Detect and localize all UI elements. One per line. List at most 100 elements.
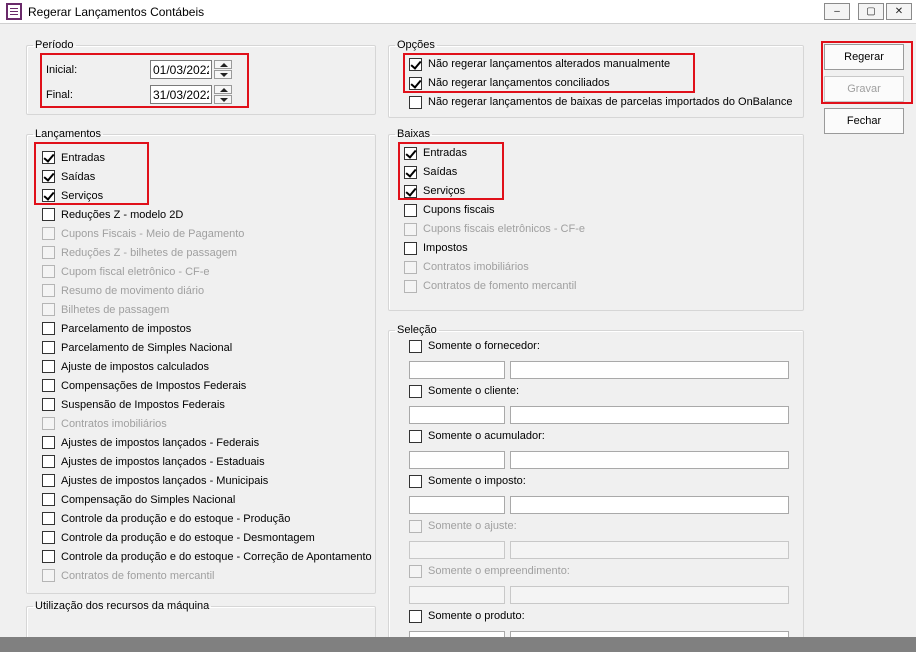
lancamentos-checkbox-ajuste-de-impostos-calculados[interactable]: Ajuste de impostos calculados bbox=[42, 358, 209, 376]
checkbox-box bbox=[42, 265, 55, 278]
selecao-description-input[interactable] bbox=[510, 631, 789, 637]
opcoes-legend: Opções bbox=[397, 39, 435, 51]
checkbox-box[interactable] bbox=[409, 76, 422, 90]
selecao-description-input[interactable] bbox=[510, 451, 789, 469]
checkbox-label: Contratos imobiliários bbox=[61, 417, 167, 430]
regerar-button[interactable]: Regerar bbox=[824, 44, 904, 70]
checkbox-box[interactable] bbox=[409, 95, 422, 109]
selecao-description-input[interactable] bbox=[510, 361, 789, 379]
document-icon bbox=[6, 3, 22, 20]
restore-icon[interactable]: ▢ bbox=[858, 3, 884, 20]
checkbox-box[interactable] bbox=[42, 455, 55, 468]
checkbox-label: Controle da produção e do estoque - Prod… bbox=[61, 512, 291, 525]
baixas-checkbox-entradas[interactable]: Entradas bbox=[404, 144, 467, 162]
checkbox-box bbox=[42, 227, 55, 240]
checkbox-box[interactable] bbox=[42, 360, 55, 373]
lancamentos-checkbox-reducoes-z-modelo-2d[interactable]: Reduções Z - modelo 2D bbox=[42, 206, 183, 224]
lancamentos-checkbox-suspensao-de-impostos-federais[interactable]: Suspensão de Impostos Federais bbox=[42, 396, 225, 414]
checkbox-box[interactable] bbox=[42, 322, 55, 335]
checkbox-box[interactable] bbox=[404, 184, 417, 198]
fechar-button[interactable]: Fechar bbox=[824, 108, 904, 134]
checkbox-label: Suspensão de Impostos Federais bbox=[61, 398, 225, 411]
inicial-date-input[interactable] bbox=[150, 60, 212, 79]
checkbox-label: Compensações de Impostos Federais bbox=[61, 379, 247, 392]
selecao-code-input[interactable] bbox=[409, 361, 505, 379]
selecao-checkbox-somente-o-fornecedor[interactable]: Somente o fornecedor: bbox=[409, 337, 540, 355]
inicial-spinner[interactable] bbox=[214, 60, 232, 79]
selecao-code-input[interactable] bbox=[409, 631, 505, 637]
checkbox-label: Serviços bbox=[423, 185, 466, 197]
lancamentos-checkbox-ajustes-de-impostos-lancados-estaduais[interactable]: Ajustes de impostos lançados - Estaduais bbox=[42, 453, 265, 471]
checkbox-box[interactable] bbox=[42, 493, 55, 506]
minimize-icon[interactable]: ‒ bbox=[824, 3, 850, 20]
selecao-checkbox-somente-o-imposto[interactable]: Somente o imposto: bbox=[409, 472, 526, 490]
checkbox-box[interactable] bbox=[42, 398, 55, 411]
checkbox-box[interactable] bbox=[409, 57, 422, 71]
lancamentos-checkbox-resumo-de-movimento-diario: Resumo de movimento diário bbox=[42, 282, 204, 300]
selecao-checkbox-somente-o-ajuste: Somente o ajuste: bbox=[409, 517, 517, 535]
lancamentos-checkbox-saidas[interactable]: Saídas bbox=[42, 168, 95, 186]
selecao-description-input[interactable] bbox=[510, 586, 789, 604]
checkbox-box[interactable] bbox=[404, 241, 417, 255]
checkbox-box[interactable] bbox=[404, 146, 417, 160]
checkbox-box[interactable] bbox=[42, 208, 55, 221]
lancamentos-checkbox-controle-da-producao-e-do-estoque-correcao-de-apontamento[interactable]: Controle da produção e do estoque - Corr… bbox=[42, 548, 372, 566]
lancamentos-checkbox-reducoes-z-bilhetes-de-passagem: Reduções Z - bilhetes de passagem bbox=[42, 244, 237, 262]
opcoes-checkbox-nao-regerar-lancamentos-alterados-manualmente[interactable]: Não regerar lançamentos alterados manual… bbox=[409, 55, 670, 73]
checkbox-label: Cupom fiscal eletrônico - CF-e bbox=[61, 265, 210, 278]
checkbox-box[interactable] bbox=[404, 165, 417, 179]
selecao-description-input[interactable] bbox=[510, 541, 789, 559]
selecao-code-input[interactable] bbox=[409, 406, 505, 424]
checkbox-box[interactable] bbox=[42, 474, 55, 487]
checkbox-box bbox=[42, 569, 55, 582]
checkbox-box[interactable] bbox=[409, 609, 422, 623]
checkbox-box[interactable] bbox=[42, 436, 55, 449]
checkbox-box[interactable] bbox=[409, 339, 422, 353]
checkbox-box[interactable] bbox=[404, 203, 417, 217]
baixas-checkbox-cupons-fiscais[interactable]: Cupons fiscais bbox=[404, 201, 495, 219]
opcoes-checkbox-nao-regerar-lancamentos-de-baixas-de-parcelas-importados-do-onbalance[interactable]: Não regerar lançamentos de baixas de par… bbox=[409, 93, 792, 111]
checkbox-box[interactable] bbox=[42, 550, 55, 563]
checkbox-box[interactable] bbox=[409, 474, 422, 488]
checkbox-box[interactable] bbox=[42, 531, 55, 544]
lancamentos-checkbox-controle-da-producao-e-do-estoque-producao[interactable]: Controle da produção e do estoque - Prod… bbox=[42, 510, 290, 528]
recursos-legend: Utilização dos recursos da máquina bbox=[35, 600, 210, 612]
baixas-checkbox-saidas[interactable]: Saídas bbox=[404, 163, 457, 181]
selecao-description-input[interactable] bbox=[510, 496, 789, 514]
selecao-code-input[interactable] bbox=[409, 586, 505, 604]
gravar-button[interactable]: Gravar bbox=[824, 76, 904, 102]
opcoes-checkbox-nao-regerar-lancamentos-conciliados[interactable]: Não regerar lançamentos conciliados bbox=[409, 74, 610, 92]
checkbox-box[interactable] bbox=[42, 341, 55, 354]
checkbox-box[interactable] bbox=[42, 189, 55, 202]
selecao-description-input[interactable] bbox=[510, 406, 789, 424]
lancamentos-checkbox-parcelamento-de-simples-nacional[interactable]: Parcelamento de Simples Nacional bbox=[42, 339, 232, 357]
checkbox-box[interactable] bbox=[42, 170, 55, 183]
checkbox-box[interactable] bbox=[42, 151, 55, 164]
selecao-checkbox-somente-o-cliente[interactable]: Somente o cliente: bbox=[409, 382, 519, 400]
checkbox-box[interactable] bbox=[409, 429, 422, 443]
selecao-code-input[interactable] bbox=[409, 451, 505, 469]
selecao-checkbox-somente-o-acumulador[interactable]: Somente o acumulador: bbox=[409, 427, 545, 445]
final-date-input[interactable] bbox=[150, 85, 212, 104]
lancamentos-checkbox-ajustes-de-impostos-lancados-municipais[interactable]: Ajustes de impostos lançados - Municipai… bbox=[42, 472, 268, 490]
close-icon[interactable]: ✕ bbox=[886, 3, 912, 20]
lancamentos-checkbox-controle-da-producao-e-do-estoque-desmontagem[interactable]: Controle da produção e do estoque - Desm… bbox=[42, 529, 315, 547]
selecao-checkbox-somente-o-produto[interactable]: Somente o produto: bbox=[409, 607, 525, 625]
baixas-checkbox-impostos[interactable]: Impostos bbox=[404, 239, 468, 257]
baixas-checkbox-cupons-fiscais-eletronicos-cf-e: Cupons fiscais eletrônicos - CF-e bbox=[404, 220, 585, 238]
lancamentos-checkbox-entradas[interactable]: Entradas bbox=[42, 149, 105, 167]
checkbox-box[interactable] bbox=[42, 379, 55, 392]
checkbox-box[interactable] bbox=[42, 512, 55, 525]
selecao-code-input[interactable] bbox=[409, 541, 505, 559]
selecao-code-input[interactable] bbox=[409, 496, 505, 514]
baixas-checkbox-servicos[interactable]: Serviços bbox=[404, 182, 465, 200]
lancamentos-checkbox-servicos[interactable]: Serviços bbox=[42, 187, 103, 205]
lancamentos-checkbox-parcelamento-de-impostos[interactable]: Parcelamento de impostos bbox=[42, 320, 191, 338]
checkbox-box[interactable] bbox=[409, 384, 422, 398]
lancamentos-checkbox-compensacao-do-simples-nacional[interactable]: Compensação do Simples Nacional bbox=[42, 491, 235, 509]
checkbox-box bbox=[404, 222, 417, 236]
checkbox-label: Saídas bbox=[61, 170, 96, 183]
lancamentos-checkbox-compensacoes-de-impostos-federais[interactable]: Compensações de Impostos Federais bbox=[42, 377, 246, 395]
final-spinner[interactable] bbox=[214, 85, 232, 104]
lancamentos-checkbox-ajustes-de-impostos-lancados-federais[interactable]: Ajustes de impostos lançados - Federais bbox=[42, 434, 259, 452]
